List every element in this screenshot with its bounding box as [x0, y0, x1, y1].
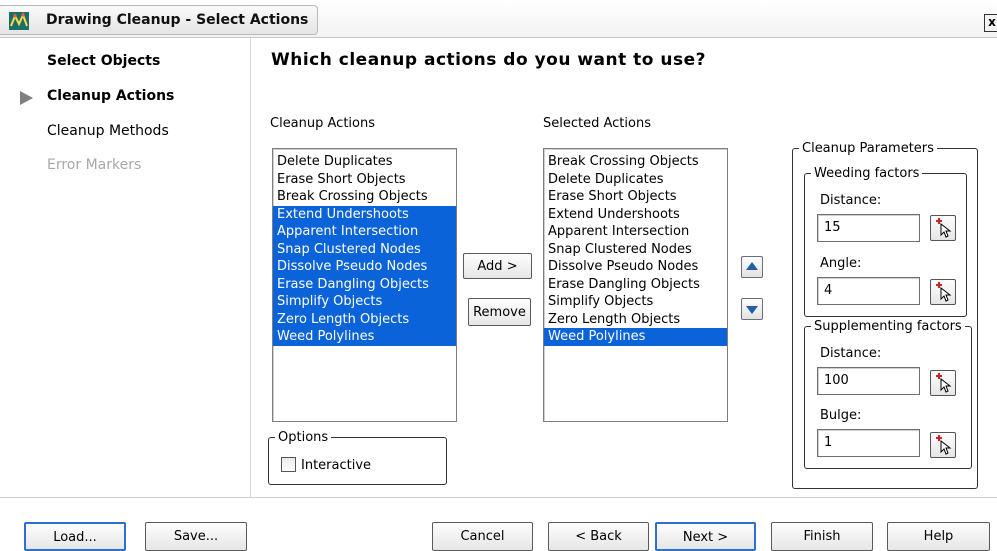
footer-divider: [0, 497, 997, 499]
selected-actions-list[interactable]: Break Crossing Objects Delete Duplicates E…: [543, 148, 728, 422]
list-item[interactable]: Simplify Objects: [273, 293, 456, 311]
close-button[interactable]: x: [984, 14, 997, 32]
available-actions-list[interactable]: Delete Duplicates Erase Short Objects Brea…: [272, 148, 457, 422]
pick-point-icon: [936, 435, 952, 455]
list-item[interactable]: Zero Length Objects: [544, 311, 727, 329]
move-down-button[interactable]: [741, 298, 763, 320]
cancel-button[interactable]: Cancel: [432, 522, 533, 551]
list-item[interactable]: Erase Short Objects: [544, 188, 727, 206]
list-item[interactable]: Zero Length Objects: [273, 310, 456, 328]
pick-point-icon: [936, 218, 952, 238]
list-item[interactable]: Weed Polylines: [544, 328, 727, 346]
pick-weeding-angle-button[interactable]: [930, 279, 956, 305]
close-icon: x: [988, 15, 996, 29]
options-legend: Options: [278, 430, 329, 445]
title-bar: Drawing Cleanup - Select Actions x: [0, 0, 997, 38]
interactive-label: Interactive: [301, 458, 372, 473]
weeding-distance-label: Distance:: [820, 193, 882, 208]
next-button[interactable]: Next >: [655, 522, 756, 551]
pick-supplementing-distance-button[interactable]: [930, 370, 956, 396]
save-button[interactable]: Save...: [145, 522, 247, 551]
pick-bulge-button[interactable]: [930, 432, 956, 458]
arrow-up-icon: [746, 262, 758, 270]
list-item[interactable]: Snap Clustered Nodes: [544, 241, 727, 259]
bulge-label: Bulge:: [820, 408, 862, 423]
app-icon: [9, 12, 29, 30]
list-item[interactable]: Dissolve Pseudo Nodes: [273, 258, 456, 276]
list-item[interactable]: Weed Polylines: [273, 328, 456, 346]
weeding-angle-label: Angle:: [820, 256, 862, 271]
nav-item-error-markers: Error Markers: [47, 157, 142, 173]
list-item[interactable]: Dissolve Pseudo Nodes: [544, 258, 727, 276]
arrow-down-icon: [746, 306, 758, 314]
list-item[interactable]: Break Crossing Objects: [544, 153, 727, 171]
nav-item-cleanup-actions[interactable]: Cleanup Actions: [47, 88, 174, 104]
load-button[interactable]: Load...: [24, 522, 126, 551]
list-item[interactable]: Erase Dangling Objects: [273, 275, 456, 293]
window-title: Drawing Cleanup - Select Actions: [46, 12, 309, 28]
list-item[interactable]: Extend Undershoots: [544, 206, 727, 224]
nav-divider: [250, 38, 252, 498]
weeding-factors-legend: Weeding factors: [814, 166, 920, 181]
help-button[interactable]: Help: [887, 522, 990, 551]
pick-weeding-distance-button[interactable]: [930, 215, 956, 241]
list-item[interactable]: Apparent Intersection: [273, 223, 456, 241]
pick-point-icon: [936, 373, 952, 393]
pick-point-icon: [936, 282, 952, 302]
list-item[interactable]: Erase Dangling Objects: [544, 276, 727, 294]
weeding-angle-field[interactable]: 4: [817, 277, 920, 305]
bulge-field[interactable]: 1: [817, 429, 920, 457]
cleanup-parameters-legend: Cleanup Parameters: [802, 141, 934, 156]
current-step-arrow-icon: [20, 91, 33, 105]
title-tab: Drawing Cleanup - Select Actions: [0, 5, 318, 35]
list-item[interactable]: Break Crossing Objects: [273, 188, 456, 206]
add-button[interactable]: Add >: [463, 253, 532, 279]
list-item[interactable]: Extend Undershoots: [273, 205, 456, 223]
list-item[interactable]: Snap Clustered Nodes: [273, 240, 456, 258]
back-button[interactable]: < Back: [548, 522, 649, 551]
supplementing-distance-label: Distance:: [820, 346, 882, 361]
move-up-button[interactable]: [741, 256, 763, 278]
supplementing-distance-field[interactable]: 100: [817, 367, 920, 395]
remove-button[interactable]: Remove: [468, 298, 531, 326]
selected-actions-label: Selected Actions: [543, 116, 651, 131]
list-item[interactable]: Apparent Intersection: [544, 223, 727, 241]
list-item[interactable]: Erase Short Objects: [273, 171, 456, 189]
weeding-distance-field[interactable]: 15: [817, 214, 920, 242]
nav-item-cleanup-methods[interactable]: Cleanup Methods: [47, 123, 169, 139]
finish-button[interactable]: Finish: [771, 522, 873, 551]
interactive-checkbox[interactable]: [281, 457, 296, 472]
list-item[interactable]: Simplify Objects: [544, 293, 727, 311]
nav-item-select-objects[interactable]: Select Objects: [47, 53, 160, 69]
list-item[interactable]: Delete Duplicates: [273, 153, 456, 171]
supplementing-factors-legend: Supplementing factors: [814, 319, 962, 334]
page-heading: Which cleanup actions do you want to use…: [271, 50, 707, 70]
available-actions-label: Cleanup Actions: [270, 116, 376, 131]
list-item[interactable]: Delete Duplicates: [544, 171, 727, 189]
